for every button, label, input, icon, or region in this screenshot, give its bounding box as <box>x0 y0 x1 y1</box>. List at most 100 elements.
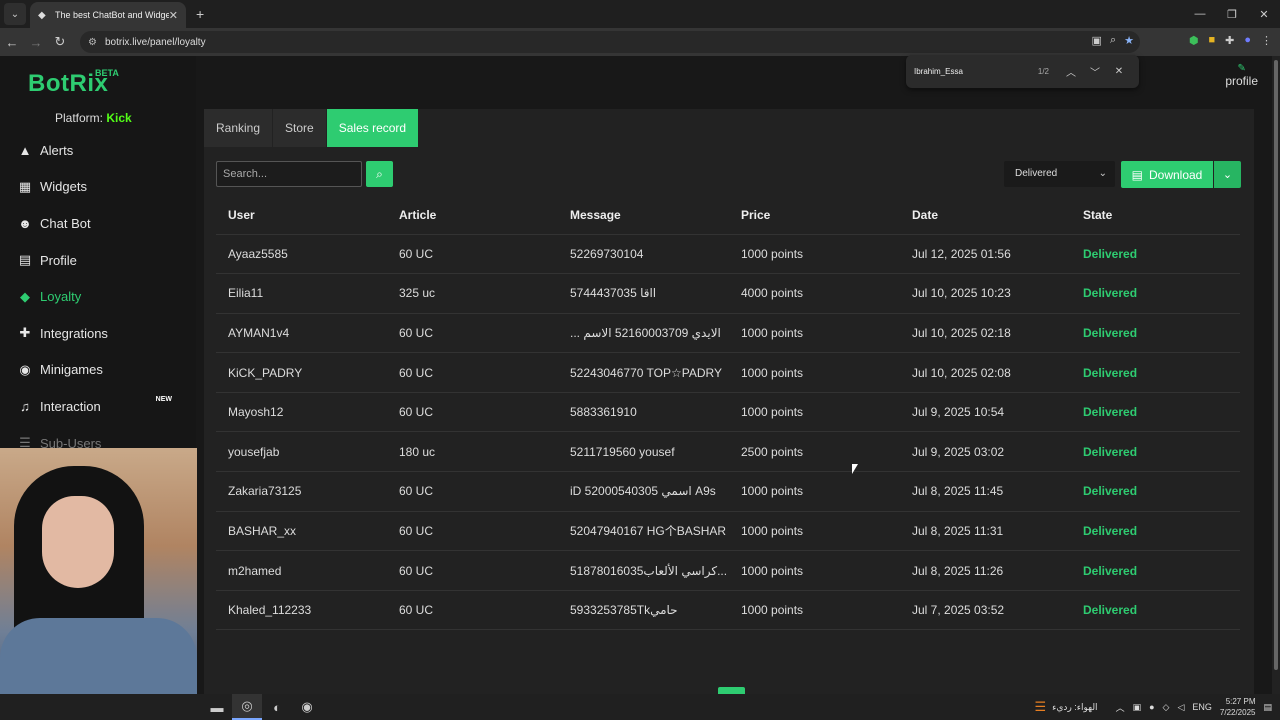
sidebar-item-interaction[interactable]: ♫ Interaction NEW <box>0 388 196 425</box>
start-area[interactable] <box>0 694 30 720</box>
robot-icon: ☻ <box>18 215 32 231</box>
new-tab-icon[interactable]: + <box>196 6 204 22</box>
profile-link[interactable]: ✎ profile <box>1225 64 1258 89</box>
platform-value: Kick <box>106 111 132 125</box>
cell-user: m2hamed <box>216 550 387 591</box>
browser-tab[interactable]: ◆ The best ChatBot and Widgets ✕ <box>30 2 186 28</box>
back-icon[interactable]: ← <box>0 35 24 50</box>
platform-label: Platform: <box>55 111 104 125</box>
column-header-date[interactable]: Date <box>900 197 1071 235</box>
cell-message: 5883361910 <box>558 392 729 433</box>
find-close-icon[interactable]: ✕ <box>1107 66 1131 77</box>
sidebar-item-alerts[interactable]: ▲ Alerts <box>0 132 196 169</box>
find-next-icon[interactable]: ﹀ <box>1083 64 1107 79</box>
clock[interactable]: 5:27 PM 7/22/2025 <box>1220 696 1256 718</box>
sidebar-item-profile[interactable]: ▤ Profile <box>0 242 196 279</box>
discord-icon[interactable]: ◉ <box>292 694 322 720</box>
file-explorer-icon[interactable]: ▬ <box>202 694 232 720</box>
extension-yellow-icon[interactable]: ■ <box>1208 34 1215 47</box>
table-row: m2hamed 60 UC 51878016035كراسي الألعاب..… <box>216 550 1240 591</box>
scrollbar-thumb[interactable] <box>1274 60 1278 670</box>
find-previous-icon[interactable]: ︿ <box>1059 64 1083 79</box>
zoom-icon[interactable]: ⌕ <box>1110 34 1116 47</box>
download-options-button[interactable]: ⌄ <box>1214 161 1241 188</box>
cell-date: Jul 9, 2025 10:54 <box>900 392 1071 433</box>
clock-time: 5:27 PM <box>1225 697 1256 706</box>
state-filter-select[interactable]: Delivered ⌄ <box>1004 161 1115 187</box>
download-button[interactable]: ▤ Download <box>1121 161 1213 188</box>
cell-state: Delivered <box>1071 431 1240 473</box>
sidebar-item-widgets[interactable]: ▦ Widgets <box>0 169 196 206</box>
search-button[interactable]: ⌕ <box>366 161 393 187</box>
volume-icon[interactable]: ◁ <box>1177 702 1184 713</box>
chrome-icon[interactable]: ◎ <box>232 694 262 720</box>
system-tray: ☰ الهواء: رديء ︿ ▣ ● ◇ ◁ ENG 5:27 PM 7/2… <box>1035 694 1273 720</box>
site-info-icon[interactable]: ⚙ <box>88 37 97 48</box>
cell-article: 60 UC <box>387 352 558 393</box>
page-scrollbar[interactable] <box>1272 56 1280 694</box>
cell-date: Jul 12, 2025 01:56 <box>900 234 1071 275</box>
reload-icon[interactable]: ↻ <box>48 34 72 50</box>
cell-date: Jul 7, 2025 03:52 <box>900 590 1071 631</box>
cell-price: 1000 points <box>729 234 900 275</box>
window-controls: — ❐ ✕ <box>1184 0 1280 28</box>
close-window-icon[interactable]: ✕ <box>1248 0 1280 28</box>
tray-app-icon[interactable]: ▣ <box>1133 702 1142 713</box>
cell-user: Eilia11 <box>216 273 387 314</box>
cell-state: Delivered <box>1071 234 1240 275</box>
minimize-icon[interactable]: — <box>1184 0 1216 28</box>
cell-date: Jul 8, 2025 11:26 <box>900 550 1071 591</box>
column-header-article[interactable]: Article <box>387 197 558 235</box>
page-action-icon[interactable]: ▣ <box>1092 34 1102 47</box>
tray-chevron-icon[interactable]: ︿ <box>1116 701 1125 714</box>
sales-table: User Article Message Price Date State Ay… <box>216 197 1240 631</box>
extensions-puzzle-icon[interactable]: ✚ <box>1225 34 1234 47</box>
cell-article: 60 UC <box>387 392 558 433</box>
table-row: KiCK_PADRY 60 UC 52243046770 TOP☆PADRY 1… <box>216 352 1240 393</box>
cell-price: 1000 points <box>729 392 900 433</box>
column-header-user[interactable]: User <box>216 197 387 235</box>
extension-shield-icon[interactable]: ⬢ <box>1189 34 1199 47</box>
sidebar-item-loyalty[interactable]: ◆ Loyalty <box>0 278 196 315</box>
address-bar[interactable]: ⚙ botrix.live/panel/loyalty ▣ ⌕ ★ <box>80 31 1140 53</box>
botrix-favicon-icon: ◆ <box>38 9 46 21</box>
cell-message: iD 52000540305 اسمي A9s <box>558 471 729 512</box>
network-icon[interactable]: ◇ <box>1163 702 1170 713</box>
search-input[interactable]: Search... <box>216 161 362 187</box>
forward-icon[interactable]: → <box>24 35 48 50</box>
cell-user: yousefjab <box>216 431 387 473</box>
tab-search-button[interactable]: ⌄ <box>4 3 26 25</box>
cell-price: 1000 points <box>729 471 900 512</box>
profile-avatar-icon[interactable]: ● <box>1244 34 1251 47</box>
weather-widget[interactable]: ☰ الهواء: رديء <box>1035 699 1098 715</box>
tab-store[interactable]: Store <box>273 109 326 147</box>
column-header-message[interactable]: Message <box>558 197 729 235</box>
cell-message: 5933253785Tkحامي <box>558 590 729 631</box>
tab-sales-record[interactable]: Sales record <box>326 109 419 147</box>
menu-kebab-icon[interactable]: ⋮ <box>1261 34 1272 47</box>
profile-label: profile <box>1225 74 1258 88</box>
find-input[interactable]: Ibrahim_Essa <box>914 67 1038 76</box>
cell-price: 1000 points <box>729 550 900 591</box>
app-icon[interactable]: ◐ <box>262 694 292 720</box>
bookmark-star-icon[interactable]: ★ <box>1124 34 1134 47</box>
cell-article: 325 uc <box>387 273 558 314</box>
notifications-icon[interactable]: ▤ <box>1263 702 1272 713</box>
find-bar: Ibrahim_Essa 1/2 ︿ ﹀ ✕ <box>906 55 1139 88</box>
restore-icon[interactable]: ❐ <box>1216 0 1248 28</box>
tab-ranking[interactable]: Ranking <box>204 109 273 147</box>
microphone-icon[interactable]: ● <box>1149 702 1154 712</box>
column-header-state[interactable]: State <box>1071 197 1240 235</box>
sidebar-item-minigames[interactable]: ◉ Minigames <box>0 352 196 389</box>
sidebar-item-chat-bot[interactable]: ☻ Chat Bot <box>0 205 196 242</box>
browser-tab-bar: ⌄ ◆ The best ChatBot and Widgets ✕ + — ❐… <box>0 0 1280 28</box>
find-count: 1/2 <box>1037 67 1049 76</box>
column-header-price[interactable]: Price <box>729 197 900 235</box>
file-icon: ▤ <box>1131 167 1143 182</box>
sidebar-item-integrations[interactable]: ✚ Integrations <box>0 315 196 352</box>
close-tab-icon[interactable]: ✕ <box>169 9 178 22</box>
gamepad-icon: ◉ <box>19 361 31 377</box>
cell-price: 4000 points <box>729 273 900 314</box>
cell-article: 180 uc <box>387 431 558 473</box>
language-indicator[interactable]: ENG <box>1192 702 1212 712</box>
